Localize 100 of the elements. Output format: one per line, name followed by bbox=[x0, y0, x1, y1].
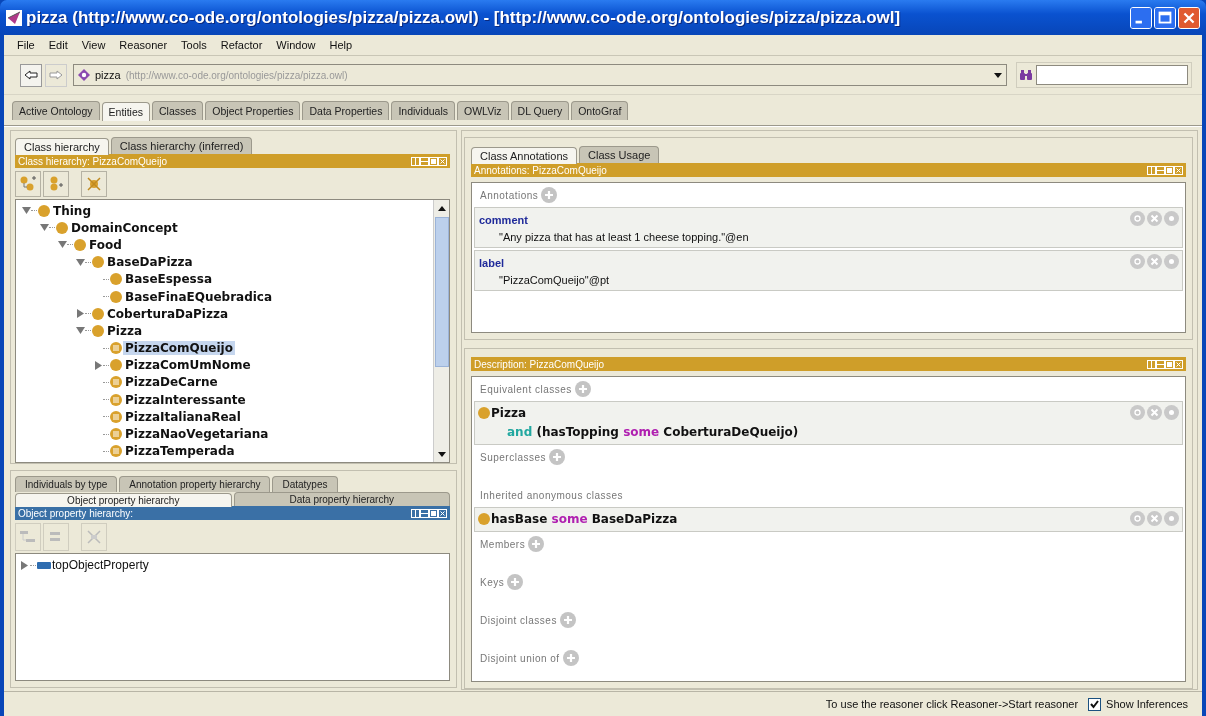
delete-button[interactable] bbox=[1147, 211, 1162, 226]
tab[interactable]: Datatypes bbox=[272, 476, 338, 492]
delete-property-button[interactable] bbox=[81, 523, 107, 551]
tree-item[interactable]: PizzaNaoVegetariana bbox=[123, 427, 271, 442]
collapsed-toggle-icon[interactable] bbox=[76, 309, 85, 319]
tab[interactable]: Object Properties bbox=[205, 101, 301, 120]
tab[interactable]: Annotation property hierarchy bbox=[119, 476, 271, 492]
class-icon bbox=[478, 407, 490, 419]
add-button[interactable] bbox=[559, 612, 576, 628]
menu-item[interactable]: Reasoner bbox=[112, 39, 175, 51]
expanded-toggle-icon[interactable] bbox=[76, 257, 85, 267]
tree-item[interactable]: PizzaTemperada bbox=[123, 444, 237, 459]
section-label: Disjoint classes bbox=[480, 614, 557, 626]
minimize-button[interactable] bbox=[1130, 6, 1152, 29]
tree-item[interactable]: Thing bbox=[51, 203, 93, 218]
annotate-button[interactable] bbox=[1130, 405, 1145, 420]
annotate-button[interactable] bbox=[1130, 211, 1145, 226]
menu-item[interactable]: Refactor bbox=[213, 39, 270, 51]
close-button[interactable] bbox=[1178, 6, 1200, 29]
tab[interactable]: DL Query bbox=[510, 101, 570, 120]
add-sub-property-icon bbox=[20, 530, 36, 544]
back-button[interactable] bbox=[20, 63, 42, 87]
add-sibling-property-button[interactable] bbox=[43, 523, 69, 551]
ontology-selector[interactable]: pizza (http://www.co-ode.org/ontologies/pizza/pizza.owl) bbox=[73, 64, 1007, 86]
tab[interactable]: Individuals bbox=[391, 101, 456, 120]
tab[interactable]: Object property hierarchy bbox=[15, 493, 232, 507]
add-button[interactable] bbox=[549, 449, 566, 465]
maximize-button[interactable] bbox=[1154, 6, 1176, 29]
tree-item[interactable]: BaseDaPizza bbox=[105, 255, 195, 270]
tab[interactable]: Entities bbox=[101, 102, 150, 121]
expanded-toggle-icon[interactable] bbox=[76, 326, 85, 336]
tab[interactable]: Class hierarchy bbox=[15, 138, 109, 155]
collapsed-toggle-icon[interactable] bbox=[20, 560, 29, 570]
delete-button[interactable] bbox=[1147, 511, 1162, 526]
tree-item[interactable]: Pizza bbox=[105, 323, 144, 338]
view-controls-icon[interactable] bbox=[411, 156, 447, 166]
tree-item[interactable]: PizzaInteressante bbox=[123, 392, 248, 407]
collapsed-toggle-icon[interactable] bbox=[94, 360, 103, 370]
status-message: To use the reasoner click Reasoner->Start reasoner bbox=[825, 698, 1079, 710]
tab[interactable]: OWLViz bbox=[457, 101, 509, 120]
edit-button[interactable] bbox=[1164, 254, 1179, 269]
menu-item[interactable]: Help bbox=[322, 39, 360, 51]
menu-item[interactable]: Window bbox=[269, 39, 323, 51]
add-sub-property-button[interactable] bbox=[15, 523, 41, 551]
tree-item[interactable]: Food bbox=[87, 237, 124, 252]
edit-button[interactable] bbox=[1164, 511, 1179, 526]
ontology-icon bbox=[78, 69, 90, 81]
view-controls-icon[interactable] bbox=[1147, 165, 1183, 175]
scroll-up-arrow-icon[interactable] bbox=[437, 205, 446, 211]
view-controls-icon[interactable] bbox=[411, 508, 447, 518]
menu-item[interactable]: File bbox=[10, 39, 42, 51]
tree-item[interactable]: BaseFinaEQuebradica bbox=[123, 289, 275, 304]
app-logo-icon bbox=[6, 9, 22, 26]
add-button[interactable] bbox=[541, 187, 558, 203]
tree-item[interactable]: PizzaComUmNome bbox=[123, 358, 253, 373]
tab[interactable]: Active Ontology bbox=[12, 101, 100, 120]
delete-class-button[interactable] bbox=[81, 171, 107, 197]
tree-item[interactable]: topObjectProperty bbox=[52, 558, 149, 572]
panel-title: Annotations: PizzaComQueijo bbox=[474, 164, 607, 176]
expanded-toggle-icon[interactable] bbox=[58, 240, 67, 250]
tab[interactable]: Class Usage bbox=[579, 146, 660, 163]
scroll-down-arrow-icon[interactable] bbox=[437, 451, 446, 457]
add-button[interactable] bbox=[528, 536, 545, 552]
tree-item[interactable]: PizzaDeCarne bbox=[123, 375, 220, 390]
add-button[interactable] bbox=[507, 574, 524, 590]
delete-button[interactable] bbox=[1147, 405, 1162, 420]
tab[interactable]: OntoGraf bbox=[571, 101, 629, 120]
annotate-button[interactable] bbox=[1130, 511, 1145, 526]
menu-item[interactable]: Tools bbox=[174, 39, 214, 51]
tree-item[interactable]: PizzaItalianaReal bbox=[123, 409, 243, 424]
menu-item[interactable]: View bbox=[74, 39, 113, 51]
expanded-toggle-icon[interactable] bbox=[22, 206, 31, 216]
scrollbar[interactable] bbox=[433, 200, 449, 462]
tree-item[interactable]: PizzaComQueijo bbox=[123, 341, 235, 356]
tree-item[interactable]: BaseEspessa bbox=[123, 272, 214, 287]
checkbox[interactable] bbox=[1088, 697, 1102, 711]
tree-item[interactable]: CoberturaDaPizza bbox=[105, 306, 231, 321]
tab[interactable]: Individuals by type bbox=[15, 476, 118, 492]
delete-class-icon bbox=[86, 176, 102, 192]
expanded-toggle-icon[interactable] bbox=[40, 223, 49, 233]
add-sibling-button[interactable] bbox=[43, 171, 69, 197]
tab[interactable]: Data property hierarchy bbox=[233, 492, 450, 506]
tab[interactable]: Data Properties bbox=[302, 101, 390, 120]
tab[interactable]: Class Annotations bbox=[471, 147, 578, 164]
forward-arrow-icon bbox=[49, 70, 63, 80]
add-subclass-button[interactable] bbox=[15, 171, 41, 197]
annotate-button[interactable] bbox=[1130, 254, 1145, 269]
edit-button[interactable] bbox=[1164, 405, 1179, 420]
class-icon bbox=[92, 307, 104, 320]
delete-button[interactable] bbox=[1147, 254, 1162, 269]
search-field[interactable] bbox=[1036, 65, 1188, 85]
tab[interactable]: Class hierarchy (inferred) bbox=[110, 137, 253, 154]
view-controls-icon[interactable] bbox=[1147, 359, 1183, 369]
tab[interactable]: Classes bbox=[152, 101, 204, 120]
tree-item[interactable]: DomainConcept bbox=[69, 220, 180, 235]
menu-item[interactable]: Edit bbox=[41, 39, 75, 51]
add-button[interactable] bbox=[574, 381, 591, 397]
add-button[interactable] bbox=[562, 650, 579, 666]
add-sibling-icon bbox=[48, 176, 64, 192]
edit-button[interactable] bbox=[1164, 211, 1179, 226]
